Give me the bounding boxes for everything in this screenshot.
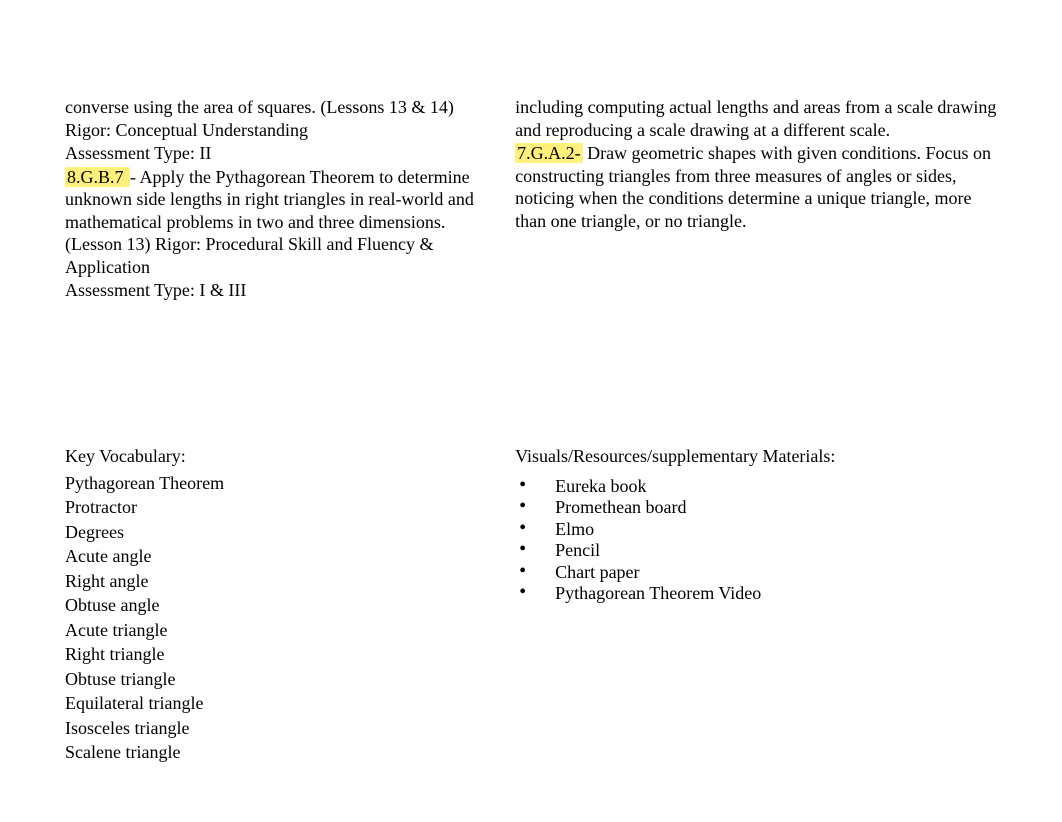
materials-item: Promethean board xyxy=(537,497,997,519)
vocab-item: Isosceles triangle xyxy=(65,717,494,740)
materials-item: Pythagorean Theorem Video xyxy=(537,583,997,605)
vocab-item: Obtuse triangle xyxy=(65,668,494,691)
cell-standards-right: including computing actual lengths and a… xyxy=(505,92,1008,441)
highlight-8gb7: 8.G.B.7 xyxy=(65,167,130,187)
text-assessment-type-1-3: Assessment Type: I & III xyxy=(65,279,494,302)
vocab-item: Acute triangle xyxy=(65,619,494,642)
text-standard-8gb7: 8.G.B.7 - Apply the Pythagorean Theorem … xyxy=(65,166,494,279)
vocab-item: Acute angle xyxy=(65,545,494,568)
materials-title: Visuals/Resources/supplementary Material… xyxy=(515,445,997,468)
cell-vocabulary: Key Vocabulary: Pythagorean Theorem Prot… xyxy=(55,441,505,771)
vocab-item: Obtuse angle xyxy=(65,594,494,617)
vocab-item: Right triangle xyxy=(65,643,494,666)
text-scale-drawing: including computing actual lengths and a… xyxy=(515,96,997,141)
text-lessons-rigor: converse using the area of squares. (Les… xyxy=(65,96,494,141)
materials-item: Pencil xyxy=(537,540,997,562)
vocab-item: Scalene triangle xyxy=(65,741,494,764)
document-page: converse using the area of squares. (Les… xyxy=(0,0,1062,822)
materials-item: Chart paper xyxy=(537,562,997,584)
materials-item: Elmo xyxy=(537,519,997,541)
highlight-7ga2: 7.G.A.2- xyxy=(515,143,583,163)
materials-list: Eureka book Promethean board Elmo Pencil… xyxy=(515,476,997,606)
layout-table: converse using the area of squares. (Les… xyxy=(54,91,1008,771)
vocab-title: Key Vocabulary: xyxy=(65,445,494,468)
cell-standards-left: converse using the area of squares. (Les… xyxy=(55,92,505,441)
materials-item: Eureka book xyxy=(537,476,997,498)
text-assessment-type-2: Assessment Type: II xyxy=(65,142,494,165)
vocab-item: Equilateral triangle xyxy=(65,692,494,715)
vocab-item: Degrees xyxy=(65,521,494,544)
text-7ga2-body: Draw geometric shapes with given conditi… xyxy=(515,143,991,231)
vocab-item: Pythagorean Theorem xyxy=(65,472,494,495)
vocab-list: Pythagorean Theorem Protractor Degrees A… xyxy=(65,472,494,764)
cell-materials: Visuals/Resources/supplementary Material… xyxy=(505,441,1008,771)
text-standard-7ga2: 7.G.A.2- Draw geometric shapes with give… xyxy=(515,142,997,232)
vocab-item: Protractor xyxy=(65,496,494,519)
vocab-item: Right angle xyxy=(65,570,494,593)
